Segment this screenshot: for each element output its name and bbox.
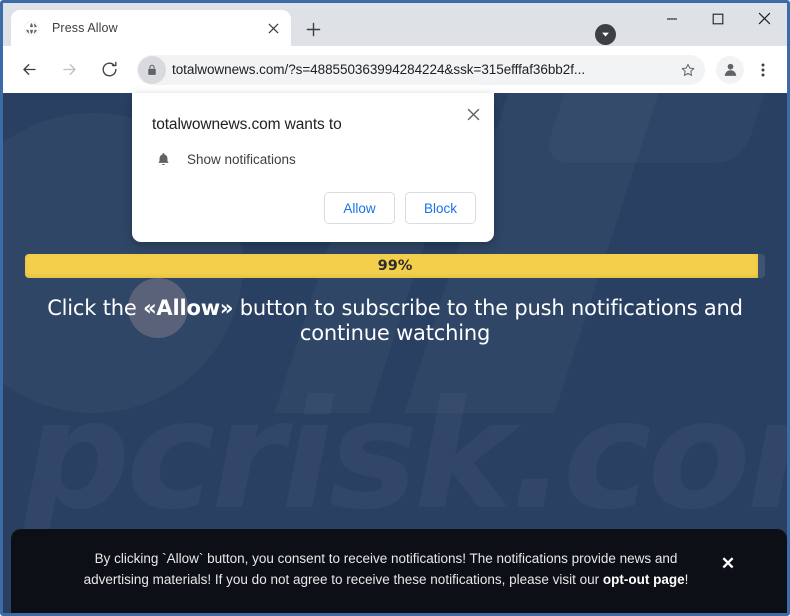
opt-out-link[interactable]: opt-out page — [603, 572, 685, 587]
forward-button[interactable] — [53, 54, 85, 86]
profile-avatar-icon — [724, 63, 736, 76]
page-headline: Click the «Allow» button to subscribe to… — [43, 296, 747, 346]
tab-close-icon[interactable] — [263, 18, 283, 38]
reload-button[interactable] — [93, 54, 125, 86]
consent-line-1: By clicking `Allow` button, you consent … — [94, 551, 678, 566]
window-close-button[interactable] — [741, 3, 787, 34]
permission-row-label: Show notifications — [187, 151, 296, 167]
consent-line-2-end: ! — [684, 572, 689, 587]
plus-icon — [306, 22, 320, 36]
progress-bar: 99% — [25, 254, 765, 278]
permission-dialog-close-icon[interactable] — [460, 101, 486, 127]
three-dot-menu-icon — [761, 63, 765, 76]
download-bubble-icon[interactable] — [595, 24, 616, 45]
reload-icon — [102, 61, 117, 77]
consent-banner-close-button[interactable]: ✕ — [717, 553, 739, 575]
bell-icon — [152, 148, 174, 170]
window-minimize-button[interactable] — [649, 3, 695, 34]
window-maximize-button[interactable] — [695, 3, 741, 34]
back-arrow-icon — [22, 64, 36, 75]
headline-before: Click the — [47, 296, 144, 320]
headline-emphasis: «Allow» — [143, 296, 234, 320]
headline-after: button to subscribe to the push notifica… — [233, 296, 743, 345]
permission-dialog-title: totalwownews.com wants to — [152, 116, 342, 133]
block-button[interactable]: Block — [405, 192, 476, 224]
forward-arrow-icon — [62, 64, 76, 75]
consent-banner-text: By clicking `Allow` button, you consent … — [71, 548, 701, 590]
permission-dialog-row: Show notifications — [152, 148, 296, 170]
watermark-text: pcrisk.com — [23, 381, 787, 531]
progress-bar-label: 99% — [377, 258, 413, 274]
consent-line-2: advertising materials! If you do not agr… — [83, 572, 603, 587]
url-text[interactable]: totalwownews.com/?s=488550363994284224&s… — [172, 62, 675, 77]
window-controls — [649, 3, 787, 46]
address-bar[interactable]: totalwownews.com/?s=488550363994284224&s… — [137, 54, 705, 85]
watermark-block — [542, 93, 784, 163]
browser-toolbar: totalwownews.com/?s=488550363994284224&s… — [3, 46, 787, 93]
globe-icon — [23, 20, 40, 37]
lock-icon[interactable] — [138, 55, 166, 84]
browser-window: Press Allow totalwownews.com/?s=48855036… — [0, 0, 790, 616]
consent-banner: By clicking `Allow` button, you consent … — [11, 529, 787, 613]
notification-permission-dialog: totalwownews.com wants to Show notificat… — [132, 93, 494, 242]
back-button[interactable] — [13, 54, 45, 86]
tab-strip: Press Allow — [3, 3, 787, 46]
new-tab-button[interactable] — [299, 15, 327, 43]
profile-avatar[interactable] — [716, 55, 744, 84]
tab-title: Press Allow — [52, 21, 118, 35]
permission-dialog-actions: Allow Block — [324, 192, 476, 224]
bookmark-star-icon[interactable] — [675, 57, 701, 83]
chrome-menu-button[interactable] — [749, 56, 777, 84]
allow-button[interactable]: Allow — [324, 192, 395, 224]
browser-tab-press-allow[interactable]: Press Allow — [11, 10, 291, 46]
